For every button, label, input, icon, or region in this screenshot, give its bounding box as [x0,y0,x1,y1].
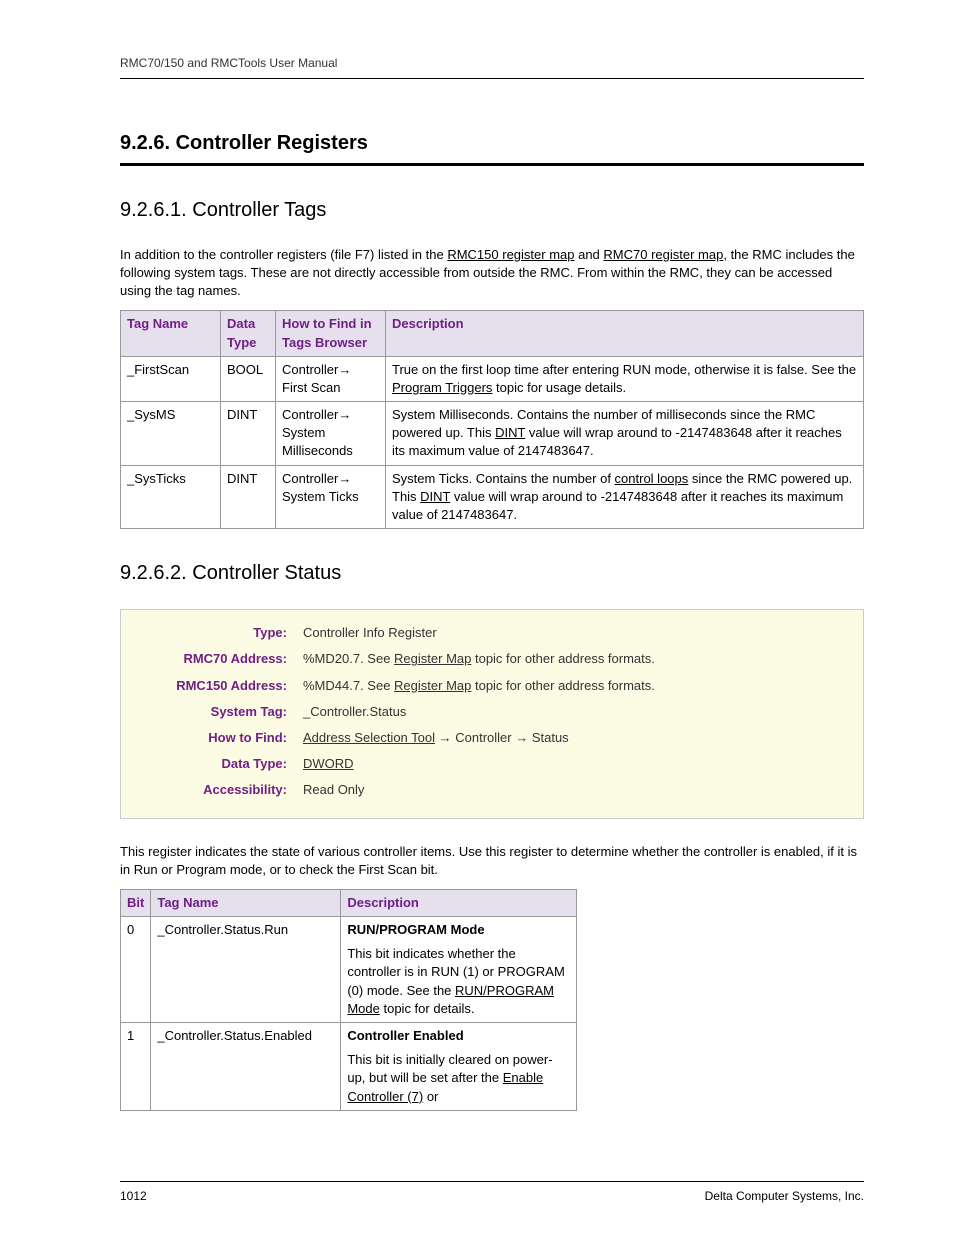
cell: RUN/PROGRAM Mode This bit indicates whet… [341,917,577,1023]
link-register-map[interactable]: Register Map [394,678,471,693]
cell: 1 [121,1023,151,1111]
text: topic for other address formats. [471,678,655,693]
text: %MD20.7. See [303,651,394,666]
status-paragraph: This register indicates the state of var… [120,843,864,879]
intro-paragraph: In addition to the controller registers … [120,246,864,301]
info-value: Address Selection Tool → Controller → St… [303,729,847,747]
table-row: _SysTicks DINT Controller→ System Ticks … [121,465,864,529]
cell: BOOL [221,356,276,401]
text: In addition to the controller registers … [120,247,447,262]
page-footer: 1012 Delta Computer Systems, Inc. [120,1181,864,1205]
status-bits-table: Bit Tag Name Description 0 _Controller.S… [120,889,577,1111]
cell: _SysTicks [121,465,221,529]
info-row-type: Type: Controller Info Register [137,620,847,646]
cell: Controller Enabled This bit is initially… [341,1023,577,1111]
table-row: _SysMS DINT Controller→ System Milliseco… [121,402,864,466]
table-row: _FirstScan BOOL Controller→ First Scan T… [121,356,864,401]
cell: _Controller.Status.Run [151,917,341,1023]
col-how-to-find: How to Find in Tags Browser [276,311,386,356]
info-label: RMC70 Address: [137,650,287,668]
col-description: Description [341,889,577,916]
desc-title: Controller Enabled [347,1028,463,1043]
info-label: Type: [137,624,287,642]
info-row-rmc70: RMC70 Address: %MD20.7. See Register Map… [137,646,847,672]
text: and [574,247,603,262]
link-program-triggers[interactable]: Program Triggers [392,380,492,395]
section-heading: 9.2.6. Controller Registers [120,129,864,157]
col-tag-name: Tag Name [151,889,341,916]
info-label: Accessibility: [137,781,287,799]
info-label: System Tag: [137,703,287,721]
info-row-rmc150: RMC150 Address: %MD44.7. See Register Ma… [137,673,847,699]
cell: Controller→ First Scan [276,356,386,401]
info-value: DWORD [303,755,847,773]
link-control-loops[interactable]: control loops [615,471,689,486]
text: or [423,1089,438,1104]
desc-title: RUN/PROGRAM Mode [347,922,484,937]
section-rule [120,163,864,166]
link-rmc70-map[interactable]: RMC70 register map [603,247,723,262]
cell: _FirstScan [121,356,221,401]
info-label: RMC150 Address: [137,677,287,695]
info-value: _Controller.Status [303,703,847,721]
info-row-systag: System Tag: _Controller.Status [137,699,847,725]
cell: 0 [121,917,151,1023]
text: True on the first loop time after enteri… [392,362,856,377]
subsection-heading-status: 9.2.6.2. Controller Status [120,559,864,587]
cell: _SysMS [121,402,221,466]
col-bit: Bit [121,889,151,916]
text: topic for other address formats. [471,651,655,666]
info-row-datatype: Data Type: DWORD [137,751,847,777]
cell: Controller→ System Ticks [276,465,386,529]
col-tag-name: Tag Name [121,311,221,356]
link-address-tool[interactable]: Address Selection Tool [303,730,435,745]
text: → Controller → Status [435,730,569,745]
text: topic for usage details. [492,380,626,395]
text: value will wrap around to -2147483648 af… [392,489,843,522]
cell: _Controller.Status.Enabled [151,1023,341,1111]
link-dword[interactable]: DWORD [303,756,354,771]
info-row-access: Accessibility: Read Only [137,777,847,803]
info-value: Controller Info Register [303,624,847,642]
cell: System Ticks. Contains the number of con… [386,465,864,529]
text: topic for details. [380,1001,475,1016]
table-row: 1 _Controller.Status.Enabled Controller … [121,1023,577,1111]
text: %MD44.7. See [303,678,394,693]
col-data-type: Data Type [221,311,276,356]
subsection-heading-tags: 9.2.6.1. Controller Tags [120,196,864,224]
page-number: 1012 [120,1188,147,1205]
link-rmc150-map[interactable]: RMC150 register map [447,247,574,262]
info-label: How to Find: [137,729,287,747]
text: System Ticks. Contains the number of [392,471,615,486]
info-row-howtofind: How to Find: Address Selection Tool → Co… [137,725,847,751]
cell: DINT [221,402,276,466]
cell: True on the first loop time after enteri… [386,356,864,401]
page-header: RMC70/150 and RMCTools User Manual [120,55,864,79]
info-value: %MD20.7. See Register Map topic for othe… [303,650,847,668]
link-dint[interactable]: DINT [420,489,450,504]
info-box: Type: Controller Info Register RMC70 Add… [120,609,864,818]
footer-company: Delta Computer Systems, Inc. [705,1188,864,1205]
table-row: 0 _Controller.Status.Run RUN/PROGRAM Mod… [121,917,577,1023]
cell: Controller→ System Milliseconds [276,402,386,466]
link-register-map[interactable]: Register Map [394,651,471,666]
cell: DINT [221,465,276,529]
info-label: Data Type: [137,755,287,773]
cell: System Milliseconds. Contains the number… [386,402,864,466]
link-dint[interactable]: DINT [495,425,525,440]
col-description: Description [386,311,864,356]
controller-tags-table: Tag Name Data Type How to Find in Tags B… [120,310,864,529]
info-value: %MD44.7. See Register Map topic for othe… [303,677,847,695]
info-value: Read Only [303,781,847,799]
